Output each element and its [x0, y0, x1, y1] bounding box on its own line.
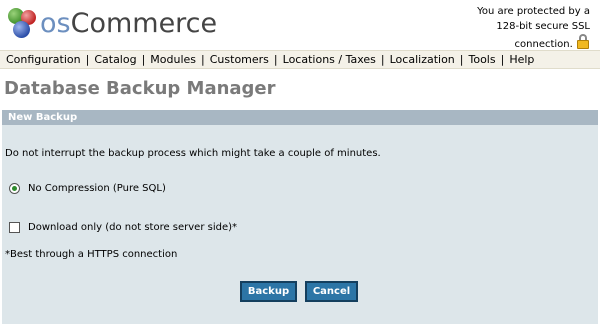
menu-item-modules[interactable]: Modules	[150, 53, 196, 66]
download-only-checkbox[interactable]	[9, 222, 20, 233]
https-note: *Best through a HTTPS connection	[5, 249, 178, 260]
menu-item-catalog[interactable]: Catalog	[94, 53, 136, 66]
oscommerce-balls-icon	[4, 6, 42, 42]
download-only-row[interactable]: Download only (do not store server side)…	[9, 222, 237, 233]
download-only-label[interactable]: Download only (do not store server side)…	[28, 222, 237, 233]
oscommerce-logo[interactable]: osCommerce	[4, 6, 217, 42]
ssl-line-2: 128-bit secure SSL	[496, 21, 590, 32]
logo-prefix: os	[40, 8, 71, 39]
menu-item-configuration[interactable]: Configuration	[6, 53, 81, 66]
ssl-notice: You are protected by a 128-bit secure SS…	[440, 4, 590, 52]
menu-item-tools[interactable]: Tools	[469, 53, 496, 66]
compression-option-row[interactable]: No Compression (Pure SQL)	[9, 183, 166, 194]
menu-item-help[interactable]: Help	[509, 53, 534, 66]
no-compression-label[interactable]: No Compression (Pure SQL)	[28, 183, 166, 194]
logo-text: osCommerce	[40, 8, 217, 40]
backup-instructions: Do not interrupt the backup process whic…	[5, 148, 381, 159]
header: osCommerce You are protected by a 128-bi…	[0, 0, 600, 50]
main-menu: Configuration | Catalog | Modules | Customers |…	[0, 50, 600, 69]
backup-button[interactable]: Backup	[240, 281, 297, 302]
ssl-line-3-text: connection.	[514, 39, 573, 50]
menu-item-localization[interactable]: Localization	[390, 53, 455, 66]
cancel-button[interactable]: Cancel	[305, 281, 358, 302]
no-compression-radio[interactable]	[9, 183, 20, 194]
menu-item-locations-taxes[interactable]: Locations / Taxes	[283, 53, 376, 66]
logo-rest: Commerce	[70, 8, 218, 39]
page-title: Database Backup Manager	[4, 78, 276, 99]
panel-header: New Backup	[2, 110, 598, 125]
lock-icon	[576, 34, 590, 49]
new-backup-panel: New Backup Do not interrupt the backup p…	[2, 110, 598, 324]
menu-item-customers[interactable]: Customers	[210, 53, 269, 66]
ssl-line-1: You are protected by a	[477, 6, 590, 17]
